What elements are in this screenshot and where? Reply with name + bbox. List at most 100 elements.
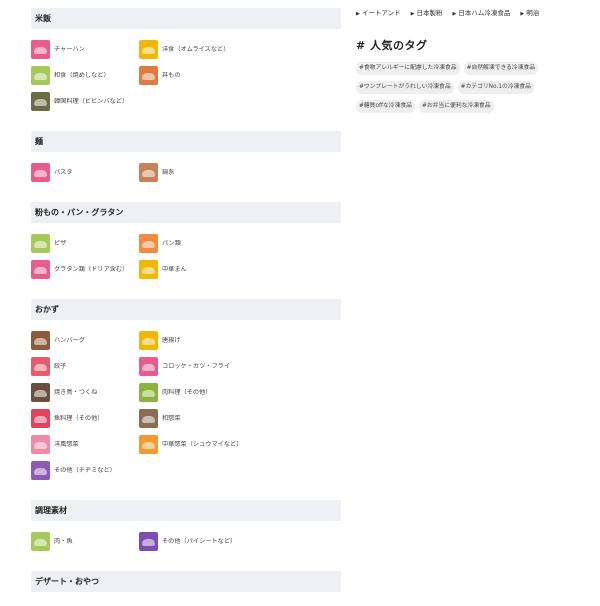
category-item[interactable]: 和惣菜 [139,408,247,429]
category-grid: 肉・魚 その他（パイシートなど） [31,521,341,557]
category-item-label: 洋風惣菜 [54,440,79,448]
category-item[interactable]: 唐揚げ [139,330,247,351]
category-item-label: ハンバーグ [54,336,85,344]
category-item-label: コロッケ・カツ・フライ [162,362,231,370]
category-heading: 米飯 [31,8,341,29]
category-item[interactable]: 洋食（オムライスなど） [139,39,247,60]
category-item[interactable]: グラタン類（ドリア含む） [31,259,139,280]
category-item[interactable]: パン類 [139,233,247,254]
category-heading: 粉もの・パン・グラタン [31,202,341,223]
arrow-icon: ▶ [452,11,457,17]
category-item-label: 鍋系 [162,168,175,176]
brand-links: ▶ イートアンド ▶ 日本製粉 ▶ 日本ハム冷凍食品 ▶ 明治 [356,6,596,20]
category-item[interactable]: 肉料理（その他） [139,382,247,403]
popular-tags-heading: # 人気のタグ [356,39,428,52]
category-item[interactable]: パスタ [31,162,139,183]
category-grid: チャーハン 洋食（オムライスなど） 和食（焼めしなど） 丼もの 韓国料理（ビビン… [31,29,341,117]
category-item[interactable]: その他（チヂミなど） [31,460,139,481]
category-section: デザート・おやつ [31,571,341,592]
category-section: おかず ハンバーグ 唐揚げ 餃子 コロッケ・カツ・フライ 焼き鳥・つくね 肉料理… [31,299,341,486]
brand-link-label: 明治 [526,9,540,17]
category-item[interactable]: 和食（焼めしなど） [31,65,139,86]
brand-link[interactable]: ▶ 明治 [520,6,539,20]
category-grid: ピザ パン類 グラタン類（ドリア含む） 中華まん [31,223,341,285]
food-thumbnail [31,357,50,376]
category-item[interactable]: コロッケ・カツ・フライ [139,356,247,377]
food-thumbnail [139,383,158,402]
tag-chip[interactable]: #食物アレルギーに配慮した冷凍食品 [356,62,460,75]
tag-chip[interactable]: #自然解凍できる冷凍食品 [463,62,539,75]
category-item[interactable]: その他（パイシートなど） [139,531,247,552]
category-section: 粉もの・パン・グラタン ピザ パン類 グラタン類（ドリア含む） 中華まん [31,202,341,285]
food-thumbnail [31,435,50,454]
category-item-label: 韓国料理（ビビンバなど） [54,97,129,105]
category-item[interactable]: ハンバーグ [31,330,139,351]
food-thumbnail [139,409,158,428]
category-item[interactable]: 焼き鳥・つくね [31,382,139,403]
category-item[interactable]: 丼もの [139,65,247,86]
food-thumbnail [31,260,50,279]
food-thumbnail [139,40,158,59]
category-item-label: パン類 [162,239,181,247]
food-thumbnail [31,409,50,428]
brand-link[interactable]: ▶ 日本製粉 [411,6,443,20]
tag-list: #食物アレルギーに配慮した冷凍食品 #自然解凍できる冷凍食品 #ワンプレートがう… [356,62,596,119]
food-thumbnail [139,234,158,253]
category-item[interactable]: 中華まん [139,259,247,280]
food-thumbnail [31,383,50,402]
tag-chip[interactable]: #お弁当に便利な冷凍食品 [418,100,494,113]
category-heading: デザート・おやつ [31,571,341,592]
brand-link-label: 日本製粉 [416,9,443,17]
category-item-label: 魚料理（その他） [54,414,104,422]
brand-link-label: 日本ハム冷凍食品 [458,9,511,17]
food-thumbnail [31,163,50,182]
category-item[interactable]: 韓国料理（ビビンバなど） [31,91,139,112]
category-item-label: 肉・魚 [54,537,73,545]
category-item-label: 肉料理（その他） [162,388,212,396]
brand-link[interactable]: ▶ イートアンド [356,6,401,20]
category-grid: ハンバーグ 唐揚げ 餃子 コロッケ・カツ・フライ 焼き鳥・つくね 肉料理（その他… [31,320,341,486]
category-grid: パスタ 鍋系 [31,152,341,188]
category-item-label: 洋食（オムライスなど） [162,45,230,53]
category-list: 米飯 チャーハン 洋食（オムライスなど） 和食（焼めしなど） 丼もの 韓国料理（… [31,8,341,606]
food-thumbnail [139,435,158,454]
category-item-label: 和食（焼めしなど） [54,71,110,79]
tag-chip[interactable]: #糖質offな冷凍食品 [356,100,415,113]
category-item[interactable]: 肉・魚 [31,531,139,552]
category-item-label: 唐揚げ [162,336,181,344]
arrow-icon: ▶ [356,11,360,17]
brand-link-label: イートアンド [361,9,401,17]
food-thumbnail [139,163,158,182]
category-item[interactable]: 餃子 [31,356,139,377]
category-item-label: 和惣菜 [162,414,181,422]
arrow-icon: ▶ [520,11,525,17]
food-thumbnail [139,357,158,376]
category-section: 麺 パスタ 鍋系 [31,131,341,188]
category-item[interactable]: ピザ [31,233,139,254]
food-thumbnail [31,66,50,85]
tag-chip[interactable]: #カテゴリNo.1の冷凍食品 [457,81,534,94]
category-item-label: 中華惣菜（シュウマイなど） [162,440,243,448]
category-item-label: 中華まん [162,265,187,273]
food-thumbnail [31,40,50,59]
category-item[interactable]: 洋風惣菜 [31,434,139,455]
category-item-label: グラタン類（ドリア含む） [54,265,129,273]
category-heading: 調理素材 [31,500,341,521]
food-thumbnail [31,461,50,480]
category-item-label: ピザ [54,239,67,247]
food-thumbnail [31,92,50,111]
food-thumbnail [139,532,158,551]
category-heading: おかず [31,299,341,320]
category-item[interactable]: 魚料理（その他） [31,408,139,429]
tag-chip[interactable]: #ワンプレートがうれしい冷凍食品 [356,81,454,94]
category-item[interactable]: チャーハン [31,39,139,60]
category-item[interactable]: 中華惣菜（シュウマイなど） [139,434,247,455]
category-section: 米飯 チャーハン 洋食（オムライスなど） 和食（焼めしなど） 丼もの 韓国料理（… [31,8,341,117]
food-thumbnail [139,260,158,279]
food-thumbnail [31,234,50,253]
food-thumbnail [31,331,50,350]
category-item[interactable]: 鍋系 [139,162,247,183]
category-item-label: 餃子 [54,362,67,370]
category-item-label: パスタ [54,168,73,176]
brand-link[interactable]: ▶ 日本ハム冷凍食品 [452,6,510,20]
